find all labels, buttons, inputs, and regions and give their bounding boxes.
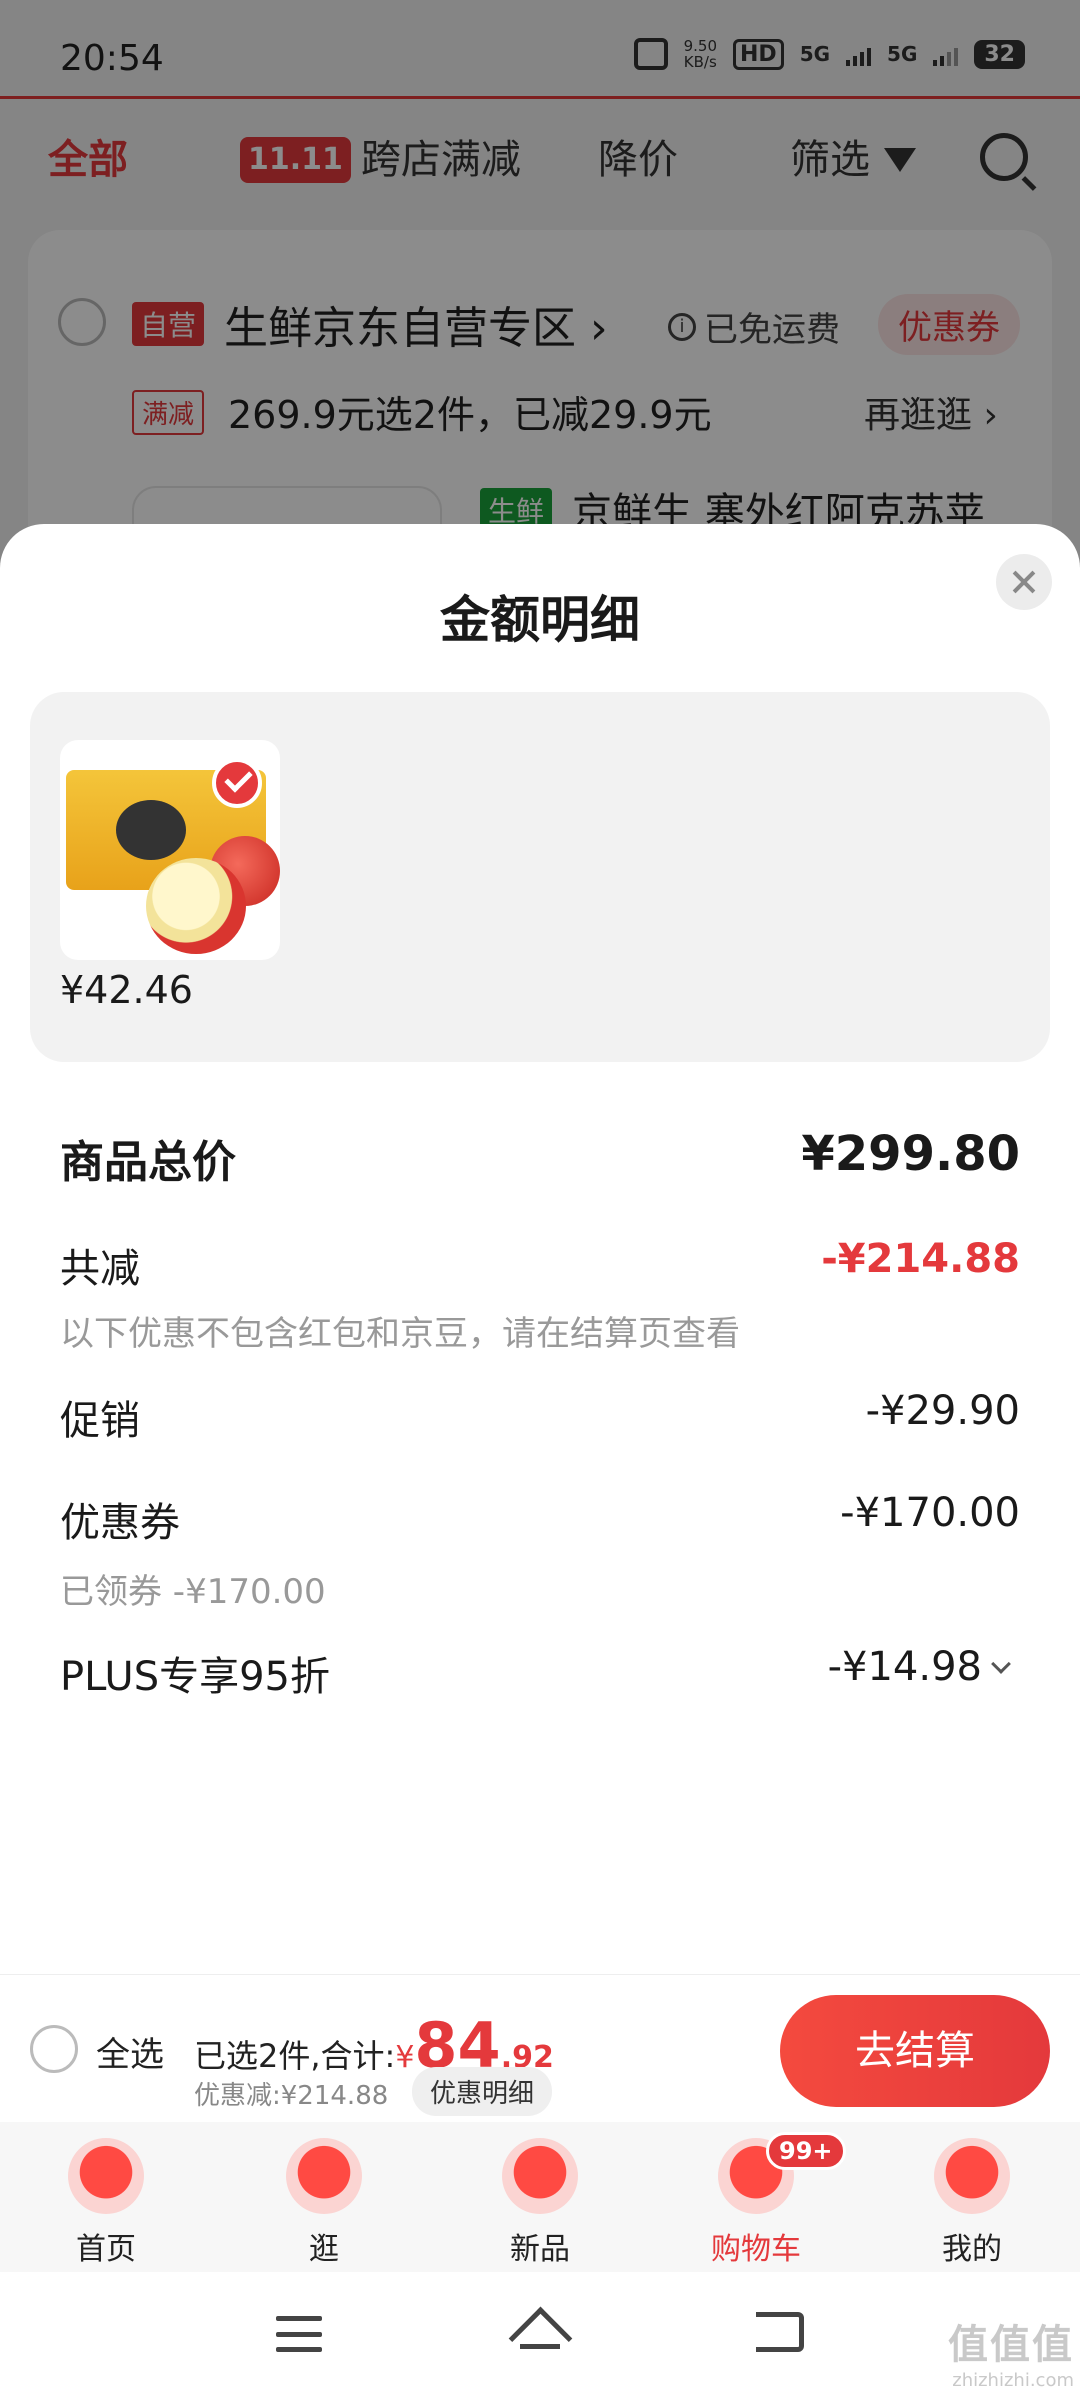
saving-amount: 优惠减:¥214.88 — [194, 2081, 389, 2111]
cart-count-badge: 99+ — [766, 2132, 846, 2170]
back-icon[interactable] — [756, 2312, 804, 2352]
watermark-url: zhizhizhi.com — [952, 2370, 1074, 2391]
tab-browse-label: 逛 — [309, 2232, 339, 2267]
checkout-bar: 全选 已选2件,合计: ¥ 84 .92 优惠减:¥214.88 优惠明细 去结… — [0, 1974, 1080, 2122]
product-image[interactable] — [60, 740, 280, 960]
coupon-claimed-note: 已领券 -¥170.00 — [60, 1572, 326, 1612]
checkout-button[interactable]: 去结算 — [780, 1995, 1050, 2107]
total-price-label: 商品总价 — [60, 1137, 236, 1188]
total-price-value: ¥299.80 — [801, 1126, 1020, 1182]
bottom-tab-bar: 首页 逛 新品 99+ 购物车 我的 — [0, 2122, 1080, 2272]
total-discount-value: -¥214.88 — [821, 1236, 1020, 1282]
checkmark-icon — [212, 758, 262, 808]
total-price-row: 商品总价 ¥299.80 — [60, 1126, 1020, 1196]
plus-discount-value: -¥14.98 — [827, 1644, 982, 1690]
tab-cart[interactable]: 99+ 购物车 — [686, 2132, 846, 2268]
watermark: 值值值 zhizhizhi.com — [948, 2312, 1074, 2391]
total-discount-label: 共减 — [60, 1246, 140, 1292]
selected-items-box: ¥42.46 — [30, 692, 1050, 1062]
apple-slice-image — [146, 858, 246, 954]
select-all-radio[interactable] — [30, 2025, 78, 2073]
tab-browse[interactable]: 逛 — [254, 2138, 394, 2268]
system-nav-bar: 值值值 zhizhizhi.com — [0, 2272, 1080, 2400]
tab-new-label: 新品 — [510, 2232, 570, 2267]
discount-detail-button[interactable]: 优惠明细 — [412, 2067, 553, 2116]
coupon-label: 优惠券 — [60, 1500, 180, 1546]
discount-note: 以下优惠不包含红包和京豆，请在结算页查看 — [60, 1314, 740, 1354]
chevron-down-icon[interactable] — [991, 1654, 1011, 1674]
item-price: ¥42.46 — [60, 968, 193, 1012]
selected-count-label: 已选2件,合计: — [194, 2037, 396, 2075]
profile-icon — [934, 2138, 1010, 2214]
tab-new[interactable]: 新品 — [470, 2138, 610, 2268]
coupon-value: -¥170.00 — [840, 1490, 1020, 1536]
amount-detail-sheet: 金额明细 ¥42.46 商品总价 ¥299.80 共减 -¥214.88 以下优… — [0, 524, 1080, 1974]
tab-me-label: 我的 — [942, 2232, 1002, 2267]
promotion-label: 促销 — [60, 1398, 140, 1444]
menu-icon[interactable] — [276, 2316, 322, 2352]
tab-cart-label: 购物车 — [711, 2232, 801, 2267]
select-all-label[interactable]: 全选 — [96, 2027, 164, 2076]
plus-discount-label: PLUS专享95折 — [60, 1654, 330, 1700]
browse-icon — [286, 2138, 362, 2214]
promotion-value: -¥29.90 — [865, 1388, 1020, 1434]
modal-backdrop[interactable] — [0, 0, 1080, 600]
home-icon — [68, 2138, 144, 2214]
tab-home-label: 首页 — [76, 2232, 136, 2267]
plus-discount-value-wrap: -¥14.98 — [827, 1644, 1011, 1690]
watermark-logo: 值值值 — [948, 2322, 1074, 2368]
home-nav-icon[interactable] — [512, 2308, 568, 2358]
currency-symbol: ¥ — [395, 2040, 415, 2075]
tab-home[interactable]: 首页 — [36, 2138, 176, 2268]
tab-me[interactable]: 我的 — [902, 2138, 1042, 2268]
close-button[interactable] — [996, 554, 1052, 610]
new-products-icon — [502, 2138, 578, 2214]
sheet-title: 金额明细 — [440, 591, 640, 649]
